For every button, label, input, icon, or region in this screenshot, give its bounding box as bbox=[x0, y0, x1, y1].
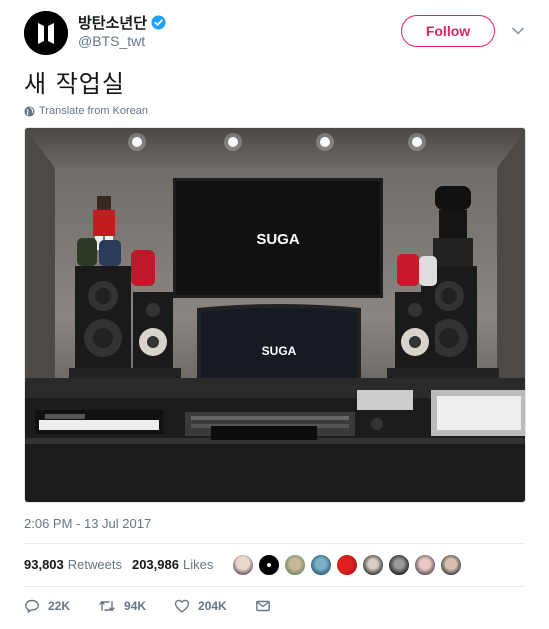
likes-label[interactable]: Likes bbox=[183, 557, 213, 572]
liker-avatar[interactable] bbox=[362, 554, 384, 576]
liker-avatar[interactable] bbox=[336, 554, 358, 576]
divider bbox=[24, 543, 525, 544]
liker-avatar[interactable] bbox=[232, 554, 254, 576]
direct-message-button[interactable] bbox=[255, 598, 279, 614]
profile-avatar[interactable] bbox=[24, 11, 68, 55]
retweet-count: 94K bbox=[124, 599, 147, 613]
retweets-count[interactable]: 93,803 bbox=[24, 557, 64, 572]
liker-avatar[interactable] bbox=[310, 554, 332, 576]
retweet-button[interactable]: 94K bbox=[98, 598, 146, 614]
engagement-stats: 93,803 Retweets 203,986 Likes bbox=[24, 557, 223, 572]
chevron-down-icon[interactable] bbox=[511, 24, 525, 38]
tweet-timestamp[interactable]: 2:06 PM - 13 Jul 2017 bbox=[24, 516, 151, 531]
tweet-actions: 22K 94K 204K bbox=[24, 598, 307, 614]
like-button[interactable]: 204K bbox=[174, 598, 227, 614]
divider bbox=[24, 586, 525, 587]
verified-badge-icon bbox=[151, 15, 166, 30]
account-handle[interactable]: @BTS_twt bbox=[78, 33, 145, 49]
reply-button[interactable]: 22K bbox=[24, 598, 70, 614]
liker-avatar[interactable] bbox=[388, 554, 410, 576]
globe-icon bbox=[24, 105, 35, 117]
retweets-label[interactable]: Retweets bbox=[68, 557, 122, 572]
monitor-screen-label: SUGA bbox=[262, 344, 297, 358]
tweet-text: 새 작업실 bbox=[24, 70, 125, 98]
display-name[interactable]: 방탄소년단 bbox=[78, 12, 147, 33]
retweet-icon bbox=[99, 600, 115, 612]
liker-avatar[interactable] bbox=[414, 554, 436, 576]
translate-label: Translate from Korean bbox=[39, 105, 149, 117]
liker-avatar[interactable] bbox=[284, 554, 306, 576]
like-count: 204K bbox=[198, 599, 227, 613]
liker-avatar[interactable] bbox=[440, 554, 462, 576]
reply-icon bbox=[25, 599, 39, 613]
heart-icon bbox=[174, 599, 190, 613]
tv-screen-label: SUGA bbox=[256, 231, 300, 248]
translate-link[interactable]: Translate from Korean bbox=[24, 105, 148, 117]
tweet-photo[interactable]: SUGA SUGA bbox=[24, 127, 526, 503]
account-name-row[interactable]: 방탄소년단 bbox=[78, 12, 166, 33]
follow-button[interactable]: Follow bbox=[401, 15, 495, 47]
reply-count: 22K bbox=[48, 599, 71, 613]
envelope-icon bbox=[255, 600, 270, 612]
liker-avatars bbox=[232, 554, 466, 576]
likes-count[interactable]: 203,986 bbox=[132, 557, 179, 572]
tweet-card: 방탄소년단 @BTS_twt Follow 새 작업실 Translate fr… bbox=[0, 0, 549, 629]
liker-avatar[interactable] bbox=[258, 554, 280, 576]
